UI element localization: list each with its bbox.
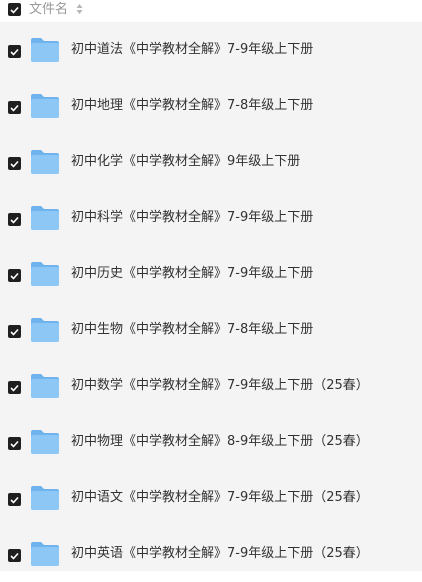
file-name[interactable]: 初中物理《中学教材全解》8-9年级上下册（25春） — [71, 433, 369, 451]
row-checkbox[interactable] — [8, 45, 21, 58]
row-checkbox[interactable] — [8, 325, 21, 338]
folder-icon — [31, 430, 59, 454]
folder-icon — [31, 94, 59, 118]
row-checkbox[interactable] — [8, 493, 21, 506]
file-list: 初中道法《中学教材全解》7-9年级上下册 初中地理《中学教材全解》7-8年级上下册… — [0, 22, 422, 571]
file-name[interactable]: 初中数学《中学教材全解》7-9年级上下册（25春） — [71, 377, 369, 395]
file-name[interactable]: 初中生物《中学教材全解》7-8年级上下册 — [71, 321, 313, 339]
select-all-checkbox[interactable] — [8, 3, 21, 16]
file-list-header: 文件名 — [0, 0, 422, 22]
checkmark-icon — [10, 216, 19, 224]
row-checkbox[interactable] — [8, 101, 21, 114]
file-row[interactable]: 初中历史《中学教材全解》7-9年级上下册 — [0, 246, 422, 302]
file-row[interactable]: 初中道法《中学教材全解》7-9年级上下册 — [0, 22, 422, 78]
folder-icon — [31, 262, 59, 286]
row-checkbox[interactable] — [8, 157, 21, 170]
row-checkbox[interactable] — [8, 381, 21, 394]
file-row[interactable]: 初中物理《中学教材全解》8-9年级上下册（25春） — [0, 414, 422, 470]
file-row[interactable]: 初中英语《中学教材全解》7-9年级上下册（25春） — [0, 526, 422, 582]
checkmark-icon — [10, 48, 19, 56]
file-name[interactable]: 初中化学《中学教材全解》9年级上下册 — [71, 153, 300, 171]
folder-icon — [31, 486, 59, 510]
checkmark-icon — [10, 160, 19, 168]
file-name[interactable]: 初中地理《中学教材全解》7-8年级上下册 — [71, 97, 313, 115]
checkmark-icon — [10, 272, 19, 280]
file-row[interactable]: 初中化学《中学教材全解》9年级上下册 — [0, 134, 422, 190]
folder-icon — [31, 374, 59, 398]
file-name[interactable]: 初中道法《中学教材全解》7-9年级上下册 — [71, 41, 313, 59]
row-checkbox[interactable] — [8, 549, 21, 562]
file-name[interactable]: 初中科学《中学教材全解》7-9年级上下册 — [71, 209, 313, 227]
checkmark-icon — [10, 6, 19, 14]
sort-icon[interactable] — [76, 3, 83, 15]
column-header-filename[interactable]: 文件名 — [29, 1, 68, 19]
folder-icon — [31, 38, 59, 62]
checkmark-icon — [10, 384, 19, 392]
row-checkbox[interactable] — [8, 213, 21, 226]
checkmark-icon — [10, 328, 19, 336]
checkmark-icon — [10, 552, 19, 560]
checkmark-icon — [10, 496, 19, 504]
folder-icon — [31, 318, 59, 342]
file-row[interactable]: 初中科学《中学教材全解》7-9年级上下册 — [0, 190, 422, 246]
file-row[interactable]: 初中生物《中学教材全解》7-8年级上下册 — [0, 302, 422, 358]
row-checkbox[interactable] — [8, 269, 21, 282]
file-row[interactable]: 初中语文《中学教材全解》7-9年级上下册（25春） — [0, 470, 422, 526]
file-name[interactable]: 初中历史《中学教材全解》7-9年级上下册 — [71, 265, 313, 283]
folder-icon — [31, 542, 59, 566]
checkmark-icon — [10, 104, 19, 112]
row-checkbox[interactable] — [8, 437, 21, 450]
file-name[interactable]: 初中英语《中学教材全解》7-9年级上下册（25春） — [71, 545, 369, 563]
folder-icon — [31, 206, 59, 230]
file-row[interactable]: 初中地理《中学教材全解》7-8年级上下册 — [0, 78, 422, 134]
checkmark-icon — [10, 440, 19, 448]
folder-icon — [31, 150, 59, 174]
file-name[interactable]: 初中语文《中学教材全解》7-9年级上下册（25春） — [71, 489, 369, 507]
file-row[interactable]: 初中数学《中学教材全解》7-9年级上下册（25春） — [0, 358, 422, 414]
